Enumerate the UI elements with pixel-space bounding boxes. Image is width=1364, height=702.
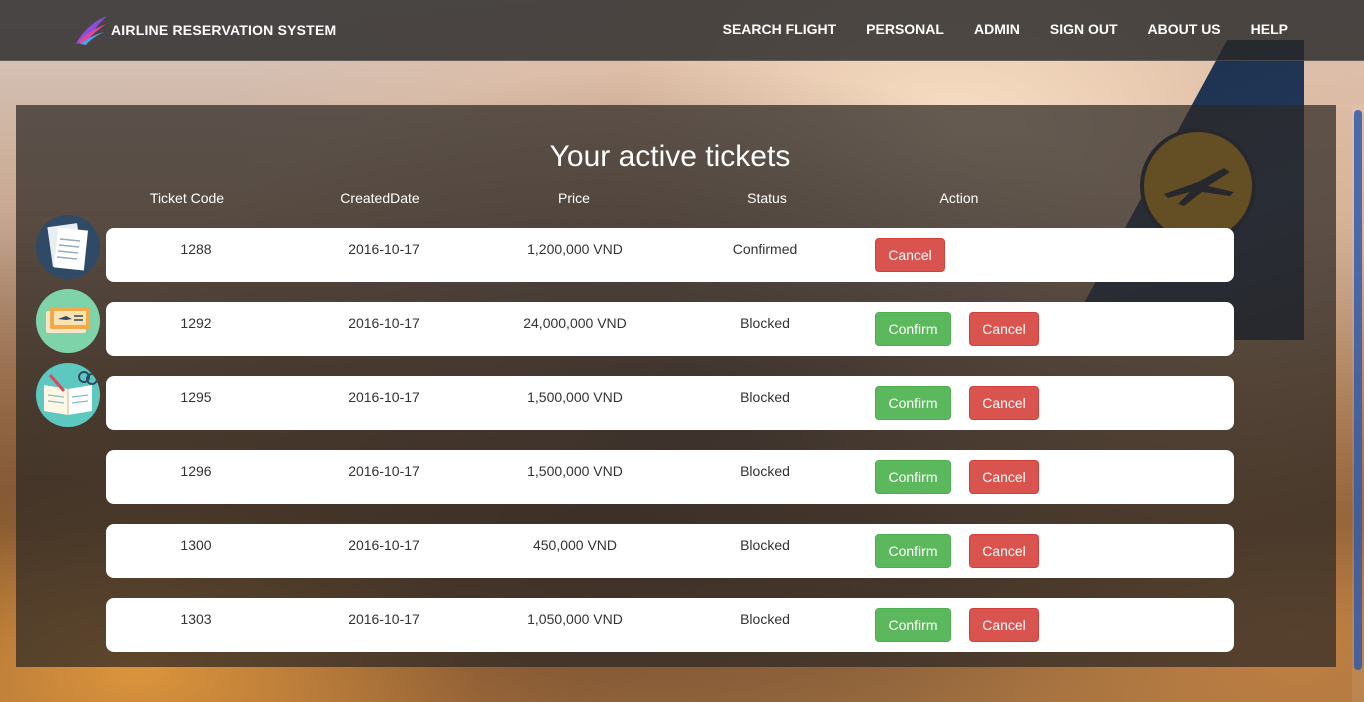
cancel-button[interactable]: Cancel: [969, 460, 1039, 494]
header-action: Action: [939, 190, 979, 206]
confirm-button[interactable]: Confirm: [875, 312, 951, 346]
ticket-code: 1300: [180, 537, 212, 553]
status: Blocked: [740, 463, 790, 479]
status: Blocked: [740, 611, 790, 627]
created-date: 2016-10-17: [348, 389, 420, 405]
confirm-button[interactable]: Confirm: [875, 534, 951, 568]
table-row: 1292 2016-10-17 24,000,000 VND Blocked C…: [106, 302, 1234, 356]
open-book-icon[interactable]: [36, 363, 100, 427]
top-navbar: AIRLINE RESERVATION SYSTEM SEARCH FLIGHT…: [0, 0, 1364, 61]
price: 1,050,000 VND: [527, 611, 623, 627]
created-date: 2016-10-17: [348, 611, 420, 627]
status: Blocked: [740, 315, 790, 331]
brand-title: AIRLINE RESERVATION SYSTEM: [111, 22, 337, 38]
price: 450,000 VND: [532, 537, 618, 553]
ticket-code: 1303: [180, 611, 212, 627]
ticket-code: 1292: [180, 315, 212, 331]
cancel-button[interactable]: Cancel: [969, 534, 1039, 568]
price: 24,000,000 VND: [523, 315, 627, 331]
confirm-button[interactable]: Confirm: [875, 608, 951, 642]
nav-about-us[interactable]: ABOUT US: [1148, 21, 1221, 37]
cancel-button[interactable]: Cancel: [969, 608, 1039, 642]
ticket-code: 1296: [180, 463, 212, 479]
nav-links: SEARCH FLIGHT PERSONAL ADMIN SIGN OUT AB…: [693, 0, 1288, 58]
header-created-date: CreatedDate: [340, 190, 420, 206]
ticket-code: 1295: [180, 389, 212, 405]
price: 1,200,000 VND: [527, 241, 623, 257]
cancel-button[interactable]: Cancel: [969, 386, 1039, 420]
brand[interactable]: AIRLINE RESERVATION SYSTEM: [74, 14, 336, 46]
price: 1,500,000 VND: [527, 463, 623, 479]
ticket-code: 1288: [180, 241, 212, 257]
table-header: Ticket Code CreatedDate Price Status Act…: [106, 190, 1234, 210]
scrollbar-thumb[interactable]: [1354, 110, 1362, 670]
status: Blocked: [740, 389, 790, 405]
nav-search-flight[interactable]: SEARCH FLIGHT: [723, 21, 837, 37]
ticket-icon[interactable]: [36, 289, 100, 353]
plane-wing-logo-icon: [74, 14, 108, 46]
header-ticket-code: Ticket Code: [149, 190, 225, 206]
confirm-button[interactable]: Confirm: [875, 386, 951, 420]
nav-sign-out[interactable]: SIGN OUT: [1050, 21, 1118, 37]
cancel-button[interactable]: Cancel: [969, 312, 1039, 346]
table-row: 1300 2016-10-17 450,000 VND Blocked Conf…: [106, 524, 1234, 578]
price: 1,500,000 VND: [527, 389, 623, 405]
page-title: Your active tickets: [549, 140, 791, 173]
table-row: 1296 2016-10-17 1,500,000 VND Blocked Co…: [106, 450, 1234, 504]
status: Blocked: [740, 537, 790, 553]
nav-admin[interactable]: ADMIN: [974, 21, 1020, 37]
header-status: Status: [747, 190, 787, 206]
header-price: Price: [558, 190, 590, 206]
created-date: 2016-10-17: [348, 463, 420, 479]
nav-personal[interactable]: PERSONAL: [866, 21, 944, 37]
created-date: 2016-10-17: [348, 241, 420, 257]
table-row: 1303 2016-10-17 1,050,000 VND Blocked Co…: [106, 598, 1234, 652]
documents-icon[interactable]: [36, 215, 100, 279]
confirm-button[interactable]: Confirm: [875, 460, 951, 494]
status: Confirmed: [732, 241, 798, 257]
created-date: 2016-10-17: [348, 537, 420, 553]
cancel-button[interactable]: Cancel: [875, 238, 945, 272]
table-row: 1295 2016-10-17 1,500,000 VND Blocked Co…: [106, 376, 1234, 430]
created-date: 2016-10-17: [348, 315, 420, 331]
nav-help[interactable]: HELP: [1251, 21, 1288, 37]
table-row: 1288 2016-10-17 1,200,000 VND Confirmed …: [106, 228, 1234, 282]
